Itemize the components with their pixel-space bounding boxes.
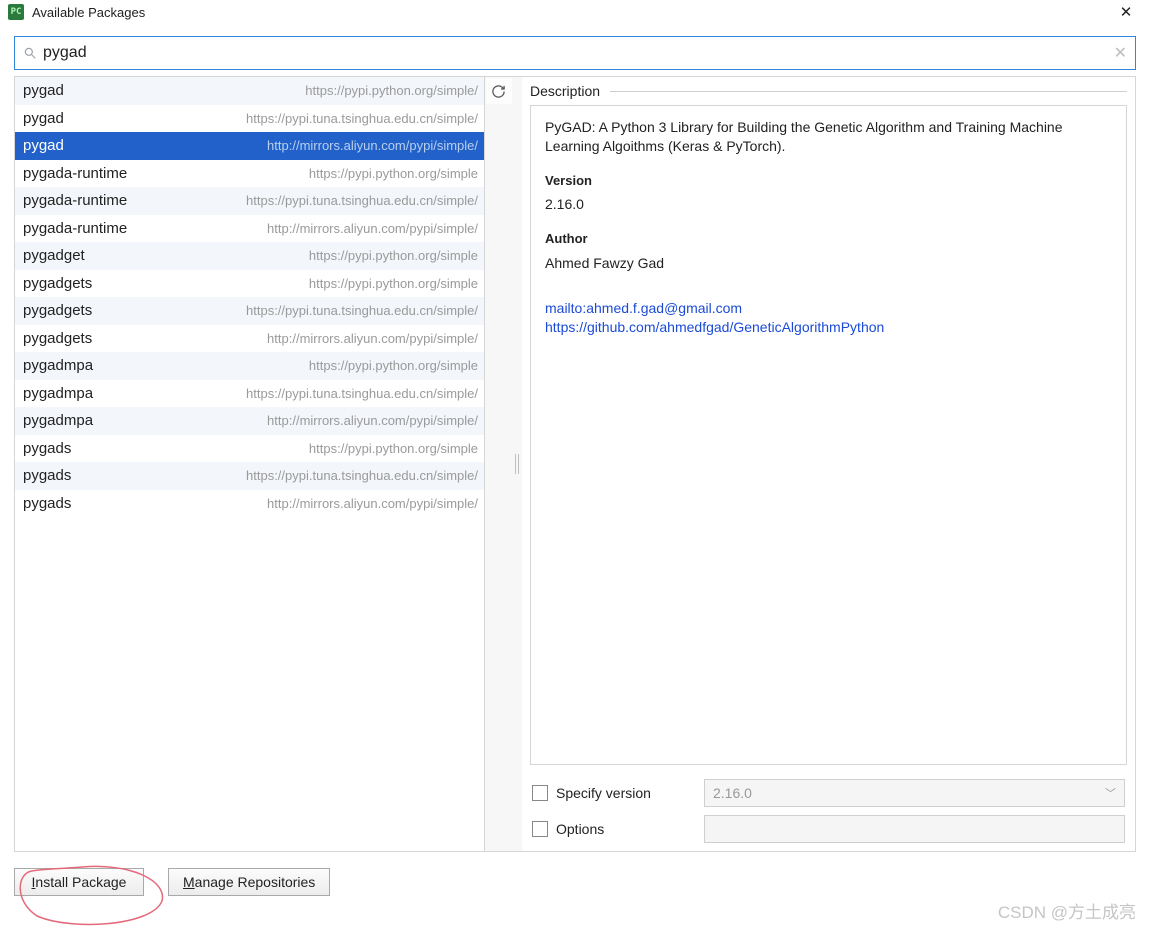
close-icon[interactable]: ✕ xyxy=(1110,0,1142,24)
package-item[interactable]: pygadmpa https://pypi.tuna.tsinghua.edu.c… xyxy=(15,380,484,408)
package-source: https://pypi.tuna.tsinghua.edu.cn/simple… xyxy=(246,111,478,126)
pycharm-icon: PC xyxy=(8,4,24,20)
watermark: CSDN @方土成亮 xyxy=(998,898,1136,923)
author-value: Ahmed Fawzy Gad xyxy=(545,254,1112,273)
options-label: Options xyxy=(556,821,604,837)
package-item[interactable]: pygads https://pypi.python.org/simple xyxy=(15,435,484,463)
author-label: Author xyxy=(545,230,1112,248)
package-source: https://pypi.tuna.tsinghua.edu.cn/simple… xyxy=(246,303,478,318)
refresh-icon xyxy=(491,84,506,99)
specify-version-checkbox[interactable] xyxy=(532,785,548,801)
package-source: https://pypi.python.org/simple xyxy=(309,166,478,181)
package-name: pygad xyxy=(23,110,64,127)
package-source: https://pypi.python.org/simple xyxy=(309,358,478,373)
package-item[interactable]: pygadmpa https://pypi.python.org/simple xyxy=(15,352,484,380)
package-item[interactable]: pygadget https://pypi.python.org/simple xyxy=(15,242,484,270)
package-item[interactable]: pygadgets https://pypi.tuna.tsinghua.edu.… xyxy=(15,297,484,325)
manage-repositories-button[interactable]: Manage Repositories xyxy=(168,868,330,896)
package-name: pygadgets xyxy=(23,330,92,347)
package-item[interactable]: pygad http://mirrors.aliyun.com/pypi/simp… xyxy=(15,132,484,160)
divider xyxy=(610,91,1127,92)
package-name: pygada-runtime xyxy=(23,220,127,237)
project-link[interactable]: https://github.com/ahmedfgad/GeneticAlgo… xyxy=(545,318,1112,337)
package-item[interactable]: pygadgets https://pypi.python.org/simple xyxy=(15,270,484,298)
package-source: https://pypi.python.org/simple/ xyxy=(305,83,478,98)
package-item[interactable]: pygads http://mirrors.aliyun.com/pypi/sim… xyxy=(15,490,484,518)
options-checkbox[interactable] xyxy=(532,821,548,837)
package-source: http://mirrors.aliyun.com/pypi/simple/ xyxy=(267,221,478,236)
package-name: pygads xyxy=(23,440,71,457)
search-icon xyxy=(23,46,37,60)
package-source: https://pypi.python.org/simple xyxy=(309,441,478,456)
package-list[interactable]: pygad https://pypi.python.org/simple/pyga… xyxy=(15,77,484,851)
package-item[interactable]: pygadgets http://mirrors.aliyun.com/pypi/… xyxy=(15,325,484,353)
description-body: PyGAD: A Python 3 Library for Building t… xyxy=(530,105,1127,765)
package-source: https://pypi.python.org/simple xyxy=(309,248,478,263)
refresh-button[interactable] xyxy=(486,78,512,104)
package-item[interactable]: pygadmpa http://mirrors.aliyun.com/pypi/s… xyxy=(15,407,484,435)
version-value: 2.16.0 xyxy=(545,195,1112,214)
splitter[interactable] xyxy=(512,76,522,852)
package-item[interactable]: pygads https://pypi.tuna.tsinghua.edu.cn/… xyxy=(15,462,484,490)
package-name: pygadmpa xyxy=(23,412,93,429)
contact-link[interactable]: mailto:ahmed.f.gad@gmail.com xyxy=(545,299,1112,318)
package-item[interactable]: pygada-runtime https://pypi.python.org/si… xyxy=(15,160,484,188)
package-item[interactable]: pygad https://pypi.python.org/simple/ xyxy=(15,77,484,105)
package-name: pygads xyxy=(23,495,71,512)
package-source: https://pypi.python.org/simple xyxy=(309,276,478,291)
clear-icon[interactable]: ✕ xyxy=(1114,43,1127,63)
package-name: pygada-runtime xyxy=(23,192,127,209)
package-name: pygada-runtime xyxy=(23,165,127,182)
package-name: pygads xyxy=(23,467,71,484)
package-item[interactable]: pygada-runtime http://mirrors.aliyun.com/… xyxy=(15,215,484,243)
description-header: Description xyxy=(530,83,600,99)
package-name: pygadmpa xyxy=(23,385,93,402)
package-source: https://pypi.tuna.tsinghua.edu.cn/simple… xyxy=(246,386,478,401)
chevron-down-icon: ﹀ xyxy=(1105,785,1116,801)
version-label: Version xyxy=(545,172,1112,190)
package-source: http://mirrors.aliyun.com/pypi/simple/ xyxy=(267,413,478,428)
specify-version-combo[interactable]: 2.16.0 ﹀ xyxy=(704,779,1125,807)
search-box[interactable]: ✕ xyxy=(14,36,1136,70)
package-name: pygadgets xyxy=(23,302,92,319)
specify-version-value: 2.16.0 xyxy=(713,785,752,801)
package-summary: PyGAD: A Python 3 Library for Building t… xyxy=(545,118,1112,156)
specify-version-label: Specify version xyxy=(556,785,651,801)
window-title: Available Packages xyxy=(32,5,145,20)
package-name: pygadmpa xyxy=(23,357,93,374)
package-name: pygad xyxy=(23,82,64,99)
titlebar: PC Available Packages ✕ xyxy=(0,0,1150,28)
search-input[interactable] xyxy=(43,44,1114,62)
package-source: http://mirrors.aliyun.com/pypi/simple/ xyxy=(267,496,478,511)
refresh-column xyxy=(484,77,512,851)
package-source: http://mirrors.aliyun.com/pypi/simple/ xyxy=(267,331,478,346)
package-list-pane: pygad https://pypi.python.org/simple/pyga… xyxy=(14,76,512,852)
package-name: pygad xyxy=(23,137,64,154)
package-source: https://pypi.tuna.tsinghua.edu.cn/simple… xyxy=(246,468,478,483)
package-source: https://pypi.tuna.tsinghua.edu.cn/simple… xyxy=(246,193,478,208)
description-pane: Description PyGAD: A Python 3 Library fo… xyxy=(522,76,1136,852)
package-name: pygadgets xyxy=(23,275,92,292)
options-input[interactable] xyxy=(704,815,1125,843)
package-item[interactable]: pygad https://pypi.tuna.tsinghua.edu.cn/s… xyxy=(15,105,484,133)
install-package-button[interactable]: Install Package xyxy=(14,868,144,896)
package-name: pygadget xyxy=(23,247,85,264)
package-item[interactable]: pygada-runtime https://pypi.tuna.tsinghua… xyxy=(15,187,484,215)
package-source: http://mirrors.aliyun.com/pypi/simple/ xyxy=(267,138,478,153)
